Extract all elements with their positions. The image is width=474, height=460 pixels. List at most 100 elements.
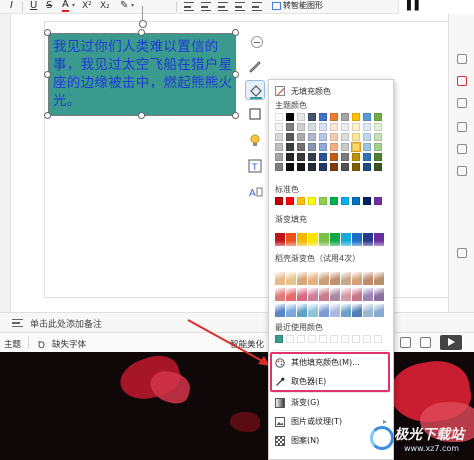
shine-gradient-swatch[interactable]	[374, 304, 384, 317]
shine-gradient-swatch[interactable]	[330, 304, 340, 317]
theme-color-swatch[interactable]	[352, 153, 360, 161]
shine-gradient-swatch[interactable]	[308, 304, 318, 317]
theme-color-swatch[interactable]	[341, 153, 349, 161]
fill-button[interactable]	[245, 80, 265, 100]
pane-icon[interactable]	[457, 76, 467, 86]
gradient-swatch[interactable]	[363, 233, 373, 246]
recent-color-swatch[interactable]	[319, 335, 327, 343]
theme-color-swatch[interactable]	[275, 113, 283, 121]
theme-color-swatch[interactable]	[286, 133, 294, 141]
theme-color-swatch[interactable]	[308, 143, 316, 151]
pane-icon[interactable]	[457, 248, 467, 258]
standard-color-swatch[interactable]	[374, 197, 382, 205]
collapse-button[interactable]	[245, 32, 265, 52]
highlight-pen-icon[interactable]: ✎	[120, 0, 128, 13]
shine-gradient-swatch[interactable]	[330, 272, 340, 285]
missing-font-label[interactable]: 缺失字体	[52, 338, 86, 350]
theme-color-swatch[interactable]	[286, 163, 294, 171]
theme-color-swatch[interactable]	[319, 123, 327, 131]
shine-gradient-swatch[interactable]	[308, 288, 318, 301]
theme-color-swatch[interactable]	[374, 113, 382, 121]
gradient-swatch[interactable]	[330, 233, 340, 246]
theme-color-swatch[interactable]	[352, 113, 360, 121]
theme-color-swatch[interactable]	[275, 153, 283, 161]
shine-gradient-swatch[interactable]	[319, 288, 329, 301]
theme-color-swatch[interactable]	[374, 123, 382, 131]
shine-gradient-swatch[interactable]	[319, 304, 329, 317]
theme-color-swatch[interactable]	[330, 163, 338, 171]
shine-gradient-swatch[interactable]	[275, 304, 285, 317]
theme-color-swatch[interactable]	[330, 133, 338, 141]
recent-color-swatch[interactable]	[352, 335, 360, 343]
notes-placeholder[interactable]: 单击此处添加备注	[30, 317, 102, 330]
theme-color-swatch[interactable]	[341, 133, 349, 141]
font-color-dropdown-icon[interactable]: ▾	[72, 0, 75, 13]
text-style-button[interactable]: A	[245, 182, 265, 202]
pane-icon[interactable]	[457, 166, 467, 176]
theme-color-swatch[interactable]	[286, 153, 294, 161]
recent-color-swatch[interactable]	[341, 335, 349, 343]
shine-gradient-swatch[interactable]	[352, 304, 362, 317]
theme-color-swatch[interactable]	[341, 143, 349, 151]
resize-handle-top-left[interactable]	[44, 29, 51, 36]
theme-color-swatch[interactable]	[286, 143, 294, 151]
resize-handle-bottom-right[interactable]	[232, 112, 239, 119]
standard-color-swatch[interactable]	[297, 197, 305, 205]
theme-label[interactable]: 主题	[4, 338, 21, 350]
theme-color-swatch[interactable]	[374, 133, 382, 141]
theme-color-swatch[interactable]	[363, 153, 371, 161]
pane-icon[interactable]	[457, 98, 467, 108]
theme-color-swatch[interactable]	[363, 133, 371, 141]
theme-color-swatch[interactable]	[308, 133, 316, 141]
theme-color-swatch[interactable]	[352, 163, 360, 171]
theme-color-swatch[interactable]	[319, 133, 327, 141]
shine-gradient-swatch[interactable]	[275, 288, 285, 301]
slideshow-play-button[interactable]	[440, 335, 462, 350]
theme-color-swatch[interactable]	[351, 142, 361, 152]
shine-gradient-swatch[interactable]	[363, 272, 373, 285]
theme-color-swatch[interactable]	[286, 113, 294, 121]
theme-color-swatch[interactable]	[275, 133, 283, 141]
standard-color-swatch[interactable]	[319, 197, 327, 205]
superscript-button[interactable]: X²	[82, 0, 92, 13]
theme-color-swatch[interactable]	[275, 143, 283, 151]
shine-gradient-swatch[interactable]	[319, 272, 329, 285]
theme-color-swatch[interactable]	[330, 113, 338, 121]
recent-color-swatch[interactable]	[275, 335, 283, 343]
shine-gradient-swatch[interactable]	[297, 304, 307, 317]
subscript-button[interactable]: X₂	[100, 0, 110, 13]
shine-gradient-swatch[interactable]	[374, 272, 384, 285]
standard-color-swatch[interactable]	[275, 197, 283, 205]
gradient-swatch[interactable]	[297, 233, 307, 246]
shine-gradient-swatch[interactable]	[341, 288, 351, 301]
theme-color-swatch[interactable]	[319, 143, 327, 151]
theme-color-swatch[interactable]	[374, 153, 382, 161]
theme-color-swatch[interactable]	[352, 123, 360, 131]
align-left-icon[interactable]	[184, 2, 194, 11]
gradient-swatch[interactable]	[352, 233, 362, 246]
theme-color-swatch[interactable]	[374, 143, 382, 151]
standard-color-swatch[interactable]	[286, 197, 294, 205]
resize-handle-right[interactable]	[232, 71, 239, 78]
gradient-swatch[interactable]	[286, 233, 296, 246]
theme-color-swatch[interactable]	[308, 113, 316, 121]
shine-gradient-swatch[interactable]	[374, 288, 384, 301]
recent-color-swatch[interactable]	[363, 335, 371, 343]
align-right-icon[interactable]	[218, 2, 228, 11]
theme-color-swatch[interactable]	[308, 163, 316, 171]
theme-color-swatch[interactable]	[297, 153, 305, 161]
pane-icon[interactable]	[457, 122, 467, 132]
theme-color-swatch[interactable]	[363, 163, 371, 171]
recent-color-swatch[interactable]	[330, 335, 338, 343]
shine-gradient-swatch[interactable]	[363, 288, 373, 301]
theme-color-swatch[interactable]	[319, 163, 327, 171]
gradient-swatch[interactable]	[308, 233, 318, 246]
gradient-item[interactable]: 渐变(G)	[269, 394, 393, 412]
theme-color-swatch[interactable]	[275, 163, 283, 171]
shine-gradient-swatch[interactable]	[352, 288, 362, 301]
outline-button[interactable]	[245, 104, 265, 124]
standard-color-swatch[interactable]	[330, 197, 338, 205]
shine-gradient-swatch[interactable]	[286, 288, 296, 301]
resize-handle-left[interactable]	[44, 71, 51, 78]
theme-color-swatch[interactable]	[319, 113, 327, 121]
